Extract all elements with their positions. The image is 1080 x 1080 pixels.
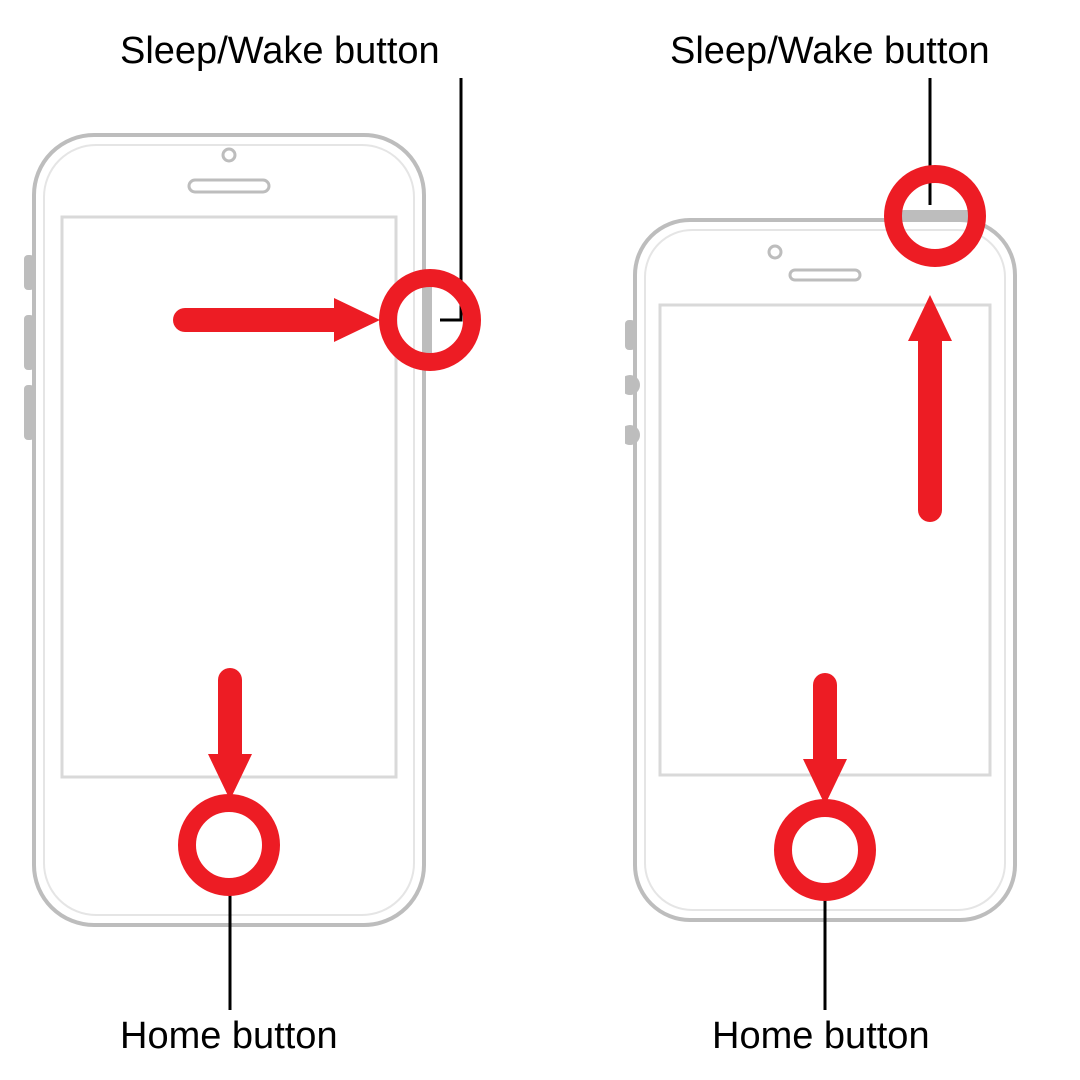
label-sleep-right: Sleep/Wake button <box>670 30 990 73</box>
phone-right <box>625 210 1025 930</box>
label-home-right: Home button <box>712 1015 930 1058</box>
label-home-left: Home button <box>120 1015 338 1058</box>
phone-left <box>24 125 434 935</box>
label-sleep-left: Sleep/Wake button <box>120 30 440 73</box>
